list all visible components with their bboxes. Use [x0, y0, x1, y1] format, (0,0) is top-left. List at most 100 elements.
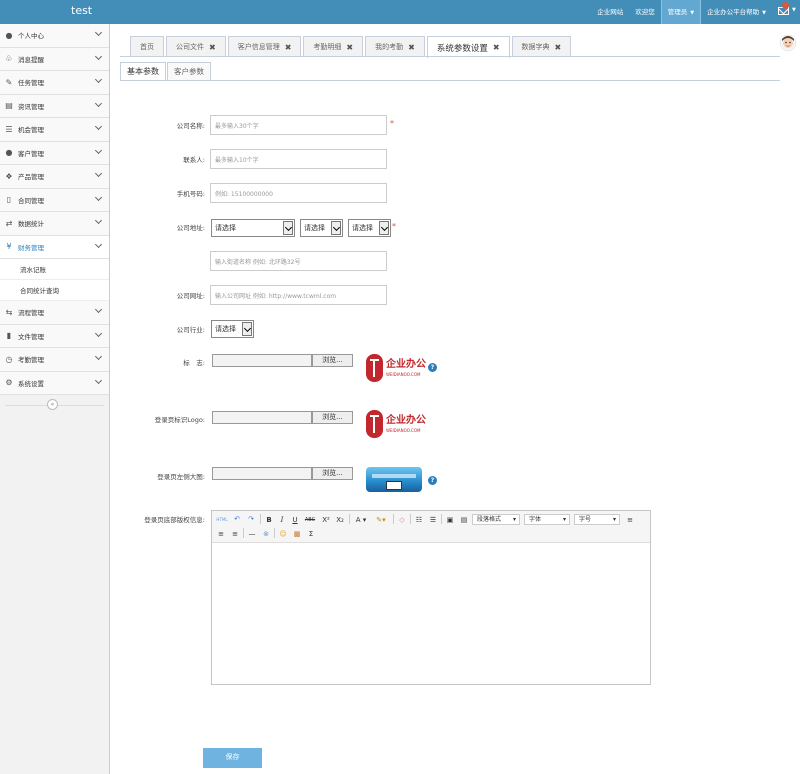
website-input[interactable]: 输入公司网址 例如: http://www.tcwml.com — [210, 285, 387, 305]
avatar[interactable] — [779, 34, 797, 52]
formula-icon[interactable]: Σ — [306, 529, 316, 539]
align-left-icon[interactable]: ≡ — [625, 515, 635, 525]
editor-content-area[interactable] — [212, 544, 650, 684]
html-source-button[interactable]: HTML — [216, 515, 228, 525]
brand-title[interactable]: test — [71, 4, 92, 17]
link-icon[interactable]: ⊗ — [261, 529, 271, 539]
subtab-basic-params[interactable]: 基本参数 — [120, 62, 166, 81]
tab-company-files[interactable]: 公司文件 ✖ — [166, 36, 226, 57]
double-chevron-left-icon[interactable]: « — [47, 399, 58, 410]
sidebar-item-workflow[interactable]: ⇆ 流程管理 — [0, 301, 109, 325]
close-icon[interactable]: ✖ — [555, 43, 562, 52]
sidebar-item-messages[interactable]: ♧ 消息提醒 — [0, 47, 109, 71]
image-icon[interactable]: ▩ — [292, 529, 302, 539]
sidebar-item-finance[interactable]: ¥ 财务管理 — [0, 235, 109, 259]
chevron-down-icon — [94, 52, 103, 60]
logo-mark — [366, 354, 383, 382]
nav-welcome: 欢迎您 — [635, 8, 655, 16]
paragraph-format-select[interactable]: 段落格式 — [472, 514, 520, 525]
italic-button[interactable]: I — [277, 515, 287, 525]
logo-file-path[interactable] — [212, 354, 312, 367]
chevron-down-icon — [94, 193, 103, 201]
nav-user-menu[interactable]: 管理员 ▼ — [660, 0, 702, 24]
font-color-button[interactable]: A ▾ — [353, 515, 369, 525]
city-select[interactable]: 请选择 — [300, 219, 343, 237]
nav-enterprise-site[interactable]: 企业网站 — [591, 0, 629, 24]
help-icon[interactable]: ? — [428, 476, 437, 485]
login-banner-browse-button[interactable]: 浏览... — [312, 467, 353, 480]
mail-menu[interactable]: ▼ — [772, 0, 800, 24]
indent-icon[interactable]: ▣ — [445, 515, 455, 525]
sidebar-item-customers[interactable]: ● 客户管理 — [0, 141, 109, 165]
close-icon[interactable]: ✖ — [285, 43, 292, 52]
subtab-customer-params[interactable]: 客户参数 — [167, 62, 211, 81]
underline-button[interactable]: U — [290, 515, 300, 525]
chevron-down-icon — [94, 146, 103, 154]
sidebar-item-contracts[interactable]: ▯ 合同管理 — [0, 188, 109, 212]
sidebar-item-products[interactable]: ❖ 产品管理 — [0, 165, 109, 189]
caret-down-icon: ▼ — [690, 10, 695, 16]
login-logo-file-path[interactable] — [212, 411, 312, 424]
sidebar-item-settings[interactable]: ⚙ 系统设置 — [0, 371, 109, 395]
contact-input[interactable]: 最多输入10个字 — [210, 149, 387, 169]
font-family-select[interactable]: 字体 — [524, 514, 570, 525]
login-logo-browse-button[interactable]: 浏览... — [312, 411, 353, 424]
tab-customer-info[interactable]: 客户信息管理 ✖ — [227, 36, 302, 57]
dropbox-icon: ❖ — [5, 171, 13, 181]
district-select[interactable]: 请选择 — [348, 219, 391, 237]
undo-icon[interactable]: ↶ — [232, 514, 242, 524]
close-icon[interactable]: ✖ — [209, 43, 216, 52]
sidebar-item-personal-center[interactable]: ● 个人中心 — [0, 24, 109, 48]
subscript-button[interactable]: X₂ — [334, 515, 346, 525]
chevron-down-icon — [94, 240, 103, 248]
login-banner-file-path[interactable] — [212, 467, 312, 480]
tab-system-params[interactable]: 系统参数设置 ✖ — [426, 36, 510, 58]
street-input[interactable]: 输入街道名称 例如: 北环路32号 — [210, 251, 387, 271]
logo-browse-button[interactable]: 浏览... — [312, 354, 353, 367]
close-icon[interactable]: ✖ — [493, 43, 500, 52]
user-icon: ● — [5, 30, 13, 40]
tab-home[interactable]: 首页 — [130, 36, 164, 57]
cog-icon: ⚙ — [5, 378, 13, 388]
strikethrough-button[interactable]: ABC — [303, 515, 317, 525]
unordered-list-icon[interactable]: ☰ — [428, 515, 438, 525]
chevron-down-icon — [94, 305, 103, 314]
tab-data-dictionary[interactable]: 数据字典 ✖ — [511, 36, 572, 57]
ordered-list-icon[interactable]: ☷ — [414, 515, 424, 525]
sub-tabs: 基本参数 客户参数 — [120, 62, 212, 81]
superscript-button[interactable]: X² — [320, 515, 332, 525]
sidebar-subitem-contract-stats[interactable]: 合同统计查询 — [0, 280, 109, 301]
redo-icon[interactable]: ↷ — [246, 514, 256, 524]
phone-input[interactable]: 例如: 15100000000 — [210, 183, 387, 203]
province-select[interactable]: 请选择 — [211, 219, 295, 237]
industry-label: 公司行业: — [176, 326, 205, 334]
close-icon[interactable]: ✖ — [408, 43, 415, 52]
close-icon[interactable]: ✖ — [346, 43, 353, 52]
sidebar-item-files[interactable]: ▮ 文件管理 — [0, 324, 109, 348]
tab-attendance-detail[interactable]: 考勤明细 ✖ — [303, 36, 364, 57]
horizontal-rule-icon[interactable]: — — [247, 529, 257, 539]
logo-mark — [366, 410, 383, 438]
sidebar-item-tasks[interactable]: ✎ 任务管理 — [0, 71, 109, 95]
align-center-icon[interactable]: ≡ — [216, 529, 226, 539]
industry-select[interactable]: 请选择 — [211, 320, 254, 338]
highlight-icon[interactable]: ✎▾ — [372, 515, 390, 525]
bold-button[interactable]: B — [264, 515, 274, 525]
align-right-icon[interactable]: ≡ — [230, 529, 240, 539]
emoji-icon[interactable]: ☺ — [278, 529, 288, 539]
tab-my-attendance[interactable]: 我的考勤 ✖ — [365, 36, 425, 57]
login-logo-preview: 企业办公 WEIDIANOO.COM — [366, 410, 426, 438]
nav-platform-help[interactable]: 企业办公平台帮助 ▼ — [701, 0, 772, 24]
paste-text-icon[interactable]: ▤ — [459, 515, 469, 525]
sidebar-item-news[interactable]: ▤ 资讯管理 — [0, 94, 109, 118]
sidebar-item-attendance[interactable]: ◷ 考勤管理 — [0, 348, 109, 372]
save-button[interactable]: 保存 — [203, 748, 262, 768]
help-icon[interactable]: ? — [428, 363, 437, 372]
company-name-input[interactable]: 最多输入30个字 — [210, 115, 387, 135]
sidebar-subitem-ledger[interactable]: 流水记账 — [0, 259, 109, 280]
font-size-select[interactable]: 字号 — [574, 514, 620, 525]
eraser-icon[interactable]: ◇ — [397, 515, 407, 525]
sidebar-item-statistics[interactable]: ⇄ 数据统计 — [0, 212, 109, 236]
sidebar-item-opportunities[interactable]: ☰ 机会管理 — [0, 118, 109, 142]
logo-subtext: WEIDIANOO.COM — [386, 372, 421, 377]
